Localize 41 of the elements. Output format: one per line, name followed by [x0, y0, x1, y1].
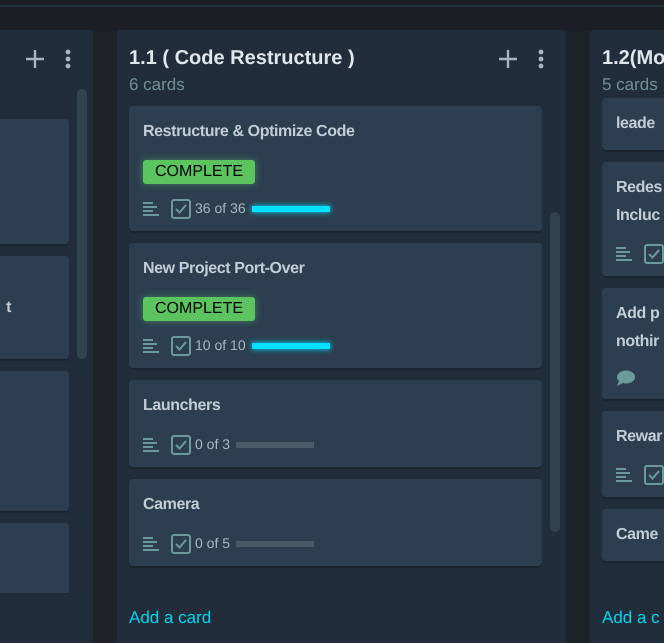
- card[interactable]: t: [0, 256, 69, 359]
- menu-icon[interactable]: [65, 49, 71, 69]
- add-card-link[interactable]: Add a c: [602, 605, 660, 631]
- card-title: nothir: [616, 332, 660, 352]
- checklist-count: 0 of 3: [195, 435, 230, 454]
- card-count: 5 cards: [602, 74, 659, 96]
- card[interactable]: leade: [602, 98, 664, 150]
- card-title: Incluc: [616, 206, 661, 226]
- card-title: t: [6, 298, 11, 318]
- card[interactable]: Add p nothir: [602, 288, 664, 399]
- status-label: COMPLETE: [143, 297, 256, 321]
- card[interactable]: Camera 0 of 5: [129, 479, 542, 566]
- card[interactable]: Redes Incluc: [602, 162, 664, 276]
- plus-icon[interactable]: [498, 49, 518, 69]
- card-title: New Project Port-Over: [143, 259, 306, 279]
- card-title: Rewar: [616, 427, 664, 447]
- checklist-count: 0 of 5: [195, 534, 230, 553]
- checklist-count: 36 of 36: [195, 199, 246, 218]
- card-title: Add p: [616, 304, 660, 324]
- card[interactable]: Came: [602, 509, 664, 561]
- plus-icon[interactable]: [25, 49, 45, 69]
- checklist-icon: [171, 198, 191, 218]
- card-title: Redes: [616, 178, 664, 198]
- card-title: Came: [616, 525, 659, 545]
- checklist-icon: [171, 336, 191, 356]
- add-card-link[interactable]: Add a card: [129, 605, 212, 631]
- card-title: leade: [616, 114, 656, 134]
- card[interactable]: Restructure & Optimize Code COMPLETE 36 of 36: [129, 106, 542, 231]
- card-title: Restructure & Optimize Code: [143, 122, 356, 142]
- card-title: Launchers: [143, 396, 222, 416]
- card-title: Camera: [143, 495, 201, 515]
- card[interactable]: New Project Port-Over COMPLETE 10 of 10: [129, 243, 542, 368]
- checklist-icon: [171, 434, 191, 454]
- status-label: COMPLETE: [143, 160, 256, 184]
- list-title: 1.1 ( Code Restructure ): [129, 46, 355, 71]
- menu-icon[interactable]: [538, 49, 544, 69]
- card-count: 6 cards: [129, 74, 186, 96]
- card[interactable]: Rewar: [602, 411, 664, 497]
- checklist-count: 10 of 10: [195, 336, 246, 355]
- card[interactable]: Launchers 0 of 3: [129, 380, 542, 467]
- checklist-icon: [171, 534, 191, 554]
